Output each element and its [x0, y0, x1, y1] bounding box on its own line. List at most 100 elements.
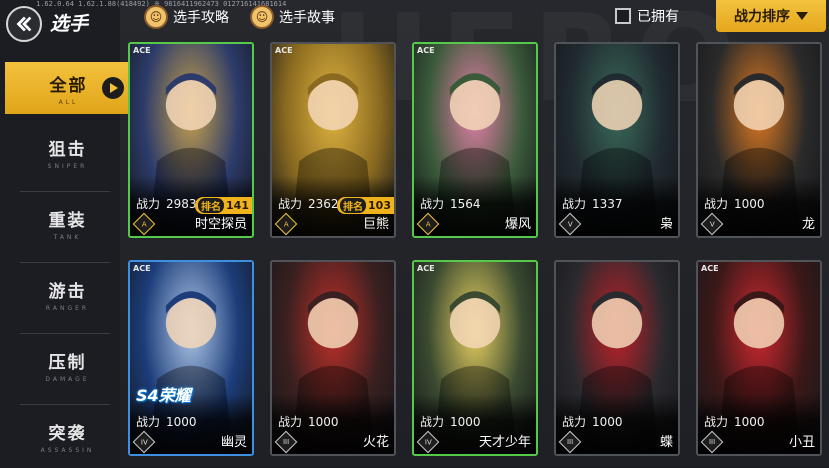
power-stat: 战力 1337 [562, 195, 623, 212]
rank-label: 排名 [198, 198, 225, 213]
story-avatar-icon: ☺ [250, 5, 274, 29]
grade-label: A [425, 219, 431, 228]
ace-tag: ACE [133, 46, 151, 55]
power-stat: 战力 2983 [136, 195, 197, 212]
ace-tag: ACE [701, 264, 719, 273]
back-button[interactable] [6, 6, 42, 42]
grade-label: V [567, 219, 573, 228]
rank-value: 103 [368, 199, 391, 212]
player-name: 蝶 [659, 435, 673, 450]
owned-checkbox[interactable] [615, 8, 631, 24]
player-card[interactable]: 战力 1000 III 蝶 [554, 260, 680, 456]
sidebar-item-sublabel: DAMAGE [45, 375, 90, 383]
power-stat: 战力 1000 [420, 413, 481, 430]
owned-label: 已拥有 [637, 9, 679, 25]
guide-avatar-icon: ☺ [144, 5, 168, 29]
owned-filter[interactable]: 已拥有 [615, 6, 679, 26]
sort-dropdown[interactable]: 战力排序 [716, 0, 826, 32]
player-card[interactable]: 战力 1000 V 龙 [696, 42, 822, 238]
player-guide-link[interactable]: ☺ 选手攻略 [144, 5, 229, 29]
power-stat: 战力 1000 [136, 413, 197, 430]
sidebar-item-label: 狙击 [48, 139, 87, 160]
power-value: 1000 [734, 197, 765, 211]
ace-tag: ACE [275, 46, 293, 55]
sort-label: 战力排序 [734, 9, 790, 25]
power-value: 1000 [592, 415, 623, 429]
power-value: 2983 [166, 197, 197, 211]
player-name: 枭 [659, 217, 673, 232]
grade-label: III [282, 437, 290, 446]
power-label: 战力 [136, 197, 161, 211]
player-card[interactable]: 战力 1337 V 枭 [554, 42, 680, 238]
power-stat: 战力 2362 [278, 195, 339, 212]
player-card[interactable]: ACE 战力 1000 III 小丑 [696, 260, 822, 456]
player-name: 龙 [801, 217, 815, 232]
player-card-grid: ACE 战力 2983 排名 141 A 时空探员 ACE 战力 2362 排名 103 A 巨熊 ACE 战… [128, 42, 829, 467]
sidebar-item-damage[interactable]: 压制 DAMAGE [5, 333, 130, 397]
play-arrow-icon [102, 77, 124, 99]
power-value: 1000 [450, 415, 481, 429]
player-name: 爆风 [504, 217, 531, 232]
player-card[interactable]: 战力 1000 III 火花 [270, 260, 396, 456]
power-label: 战力 [704, 415, 729, 429]
power-stat: 战力 1564 [420, 195, 481, 212]
sidebar-item-sublabel: TANK [53, 233, 82, 241]
player-name: 小丑 [788, 435, 815, 450]
player-name: 火花 [362, 435, 389, 450]
power-label: 战力 [704, 197, 729, 211]
power-stat: 战力 1000 [562, 413, 623, 430]
power-label: 战力 [562, 197, 587, 211]
power-value: 1564 [450, 197, 481, 211]
sidebar-item-label: 重装 [48, 210, 87, 231]
sidebar-item-all[interactable]: 全部 ALL [5, 62, 132, 114]
back-arrow-icon [16, 16, 32, 32]
power-value: 1000 [734, 415, 765, 429]
grade-label: V [709, 219, 715, 228]
category-sidebar: 全部 ALL 狙击 SNIPER 重装 TANK 游击 RANGER 压制 DA… [0, 55, 132, 467]
sidebar-item-assassin[interactable]: 突袭 ASSASSIN [5, 404, 130, 468]
power-value: 1000 [166, 415, 197, 429]
sidebar-item-sniper[interactable]: 狙击 SNIPER [5, 120, 130, 184]
player-card[interactable]: ACE 战力 1000 IV 天才少年 [412, 260, 538, 456]
player-guide-label: 选手攻略 [173, 10, 229, 26]
sidebar-item-ranger[interactable]: 游击 RANGER [5, 262, 130, 326]
grade-label: III [566, 437, 574, 446]
sidebar-item-tank[interactable]: 重装 TANK [5, 191, 130, 255]
ace-tag: ACE [133, 264, 151, 273]
grade-label: A [283, 219, 289, 228]
sidebar-item-label: 全部 [49, 75, 88, 96]
player-story-link[interactable]: ☺ 选手故事 [250, 5, 335, 29]
power-stat: 战力 1000 [278, 413, 339, 430]
rank-value: 141 [226, 199, 249, 212]
player-card[interactable]: ACE 战力 1564 A 爆风 [412, 42, 538, 238]
ace-tag: ACE [417, 46, 435, 55]
grade-label: IV [424, 437, 432, 446]
season-badge: S4荣耀 [136, 386, 191, 405]
player-card[interactable]: ACE 战力 2983 排名 141 A 时空探员 [128, 42, 254, 238]
sidebar-item-label: 压制 [48, 352, 87, 373]
power-stat: 战力 1000 [704, 195, 765, 212]
power-stat: 战力 1000 [704, 413, 765, 430]
ace-tag: ACE [417, 264, 435, 273]
power-value: 1337 [592, 197, 623, 211]
top-bar: 1.62.0.64 1.62.1.88(418492) ※ 98164119​6… [0, 0, 829, 42]
player-card[interactable]: ACE S4荣耀 战力 1000 IV 幽灵 [128, 260, 254, 456]
power-label: 战力 [562, 415, 587, 429]
power-label: 战力 [420, 415, 445, 429]
player-name: 天才少年 [478, 435, 531, 450]
sidebar-item-sublabel: ALL [58, 98, 79, 106]
sidebar-item-sublabel: SNIPER [47, 162, 88, 170]
power-value: 1000 [308, 415, 339, 429]
player-name: 时空探员 [194, 217, 247, 232]
power-label: 战力 [136, 415, 161, 429]
rank-label: 排名 [340, 198, 367, 213]
grade-label: III [708, 437, 716, 446]
power-label: 战力 [420, 197, 445, 211]
rank-badge: 排名 103 [337, 197, 394, 214]
page-title: 选手 [50, 13, 89, 35]
player-card[interactable]: ACE 战力 2362 排名 103 A 巨熊 [270, 42, 396, 238]
grade-label: A [141, 219, 147, 228]
power-value: 2362 [308, 197, 339, 211]
sidebar-item-sublabel: ASSASSIN [40, 446, 95, 454]
power-label: 战力 [278, 415, 303, 429]
